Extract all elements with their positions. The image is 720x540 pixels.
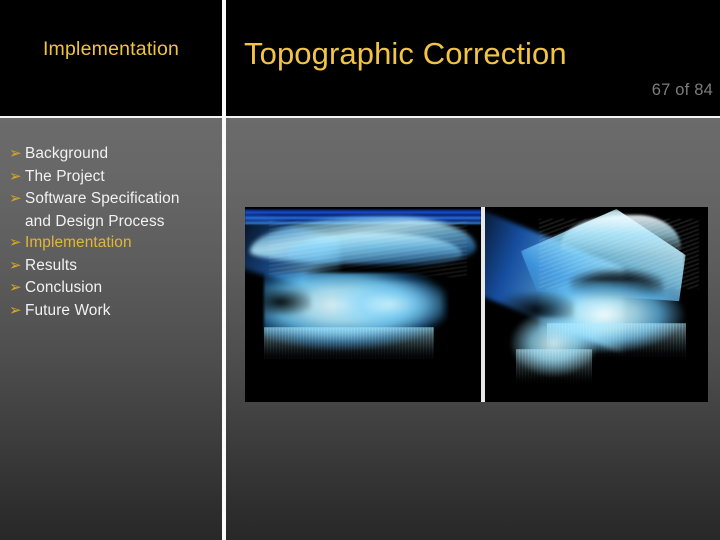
topographically-corrected-terrain-render	[485, 207, 708, 402]
agenda-item-conclusion[interactable]: ➢ Conclusion	[6, 277, 218, 299]
sidebar-divider-line	[222, 0, 226, 540]
agenda-item-label-continuation: and Design Process	[25, 212, 165, 230]
agenda-item-label: Software Specification	[25, 190, 180, 207]
chevron-arrow-bullet-icon: ➢	[9, 190, 22, 207]
chevron-arrow-bullet-icon: ➢	[9, 234, 22, 251]
agenda-item-label: Background	[25, 145, 109, 162]
agenda-item-future-work[interactable]: ➢ Future Work	[6, 300, 218, 322]
chevron-arrow-bullet-icon: ➢	[9, 145, 22, 162]
chevron-arrow-bullet-icon: ➢	[9, 256, 22, 274]
terrain-lower-fringe	[263, 327, 434, 359]
agenda-item-implementation[interactable]: ➢ Implementation	[6, 232, 218, 254]
agenda-item-background[interactable]: ➢ Background	[6, 143, 218, 165]
sidebar-section-heading: Implementation	[0, 0, 222, 116]
sidebar-section-heading-text: Implementation	[42, 38, 180, 61]
terrain-secondary-mass	[334, 281, 444, 333]
agenda-item-label: Implementation	[25, 234, 132, 251]
uncorrected-terrain-render	[245, 207, 481, 402]
title-zone: Topographic Correction 67 of 84	[226, 0, 720, 116]
agenda-item-label: The Project	[25, 167, 105, 185]
chevron-arrow-bullet-icon: ➢	[9, 301, 22, 319]
terrain-comparison-figure	[245, 207, 708, 402]
presentation-slide: Implementation Topographic Correction 67…	[0, 0, 720, 540]
agenda-item-results[interactable]: ➢ Results	[6, 255, 218, 277]
slide-header-band: Implementation Topographic Correction 67…	[0, 0, 720, 116]
agenda-item-the-project[interactable]: ➢ The Project	[6, 166, 218, 188]
agenda-item-label: Conclusion	[25, 279, 103, 296]
agenda-item-label: Future Work	[25, 301, 111, 319]
agenda-item-label: Results	[25, 256, 78, 274]
terrain-lower-fringe-second	[516, 349, 593, 383]
agenda-sidebar: ➢ Background ➢ The Project ➢ Software Sp…	[0, 118, 222, 540]
terrain-shadow-lower	[249, 289, 312, 315]
chevron-arrow-bullet-icon: ➢	[9, 279, 22, 296]
terrain-render-left	[245, 207, 481, 402]
page-title: Topographic Correction	[244, 36, 567, 71]
agenda-item-software-specification[interactable]: ➢ Software Specification	[6, 188, 218, 210]
page-counter: 67 of 84	[651, 81, 713, 99]
chevron-arrow-bullet-icon: ➢	[9, 167, 22, 185]
terrain-render-right	[485, 207, 708, 402]
